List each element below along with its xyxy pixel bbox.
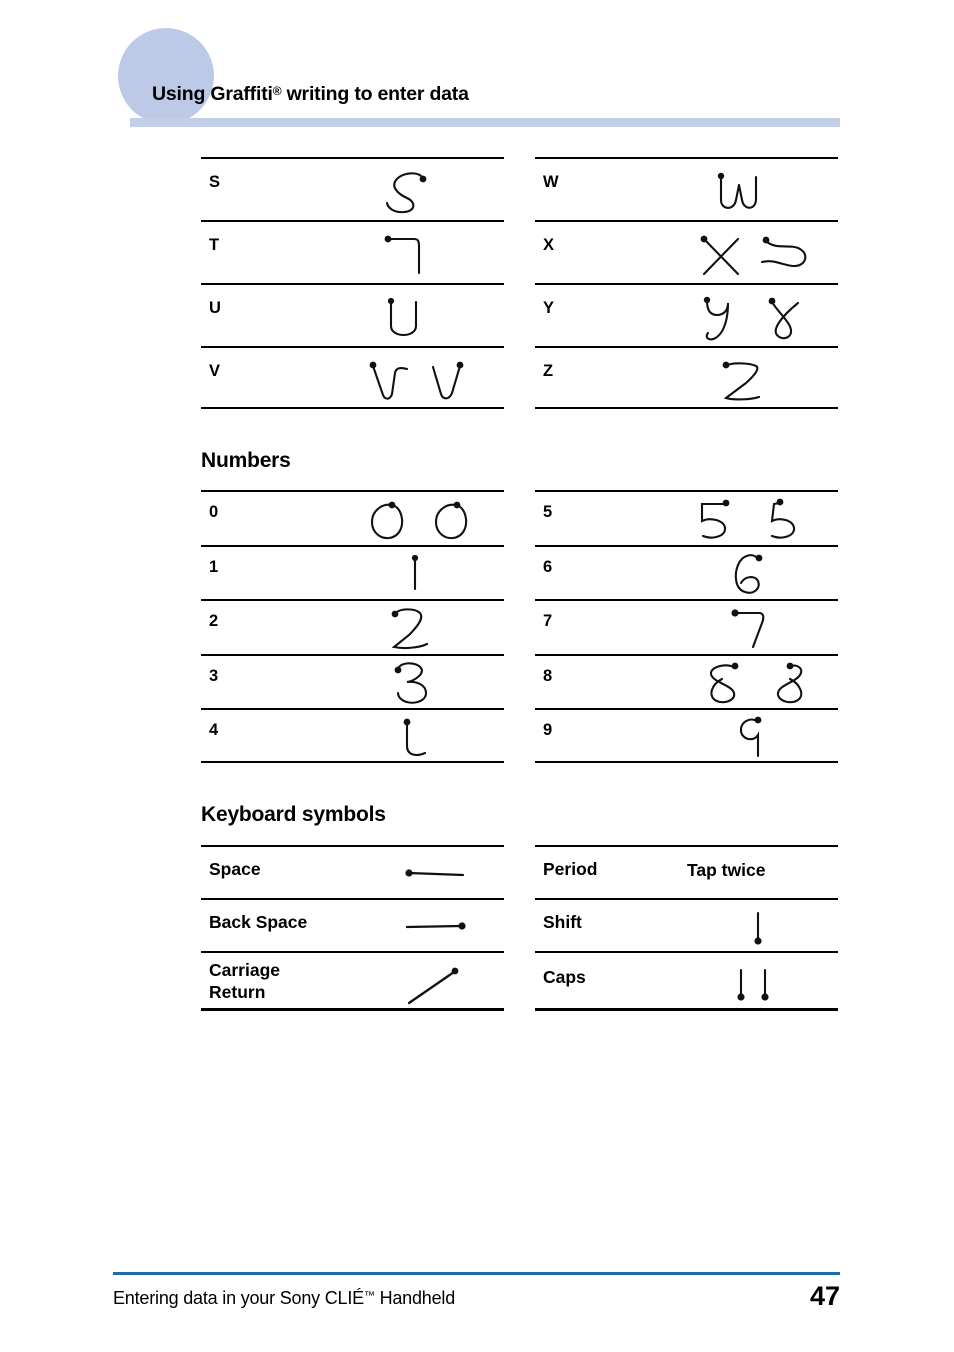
header-rule (130, 118, 840, 127)
glyph-stroke-0 (201, 492, 504, 545)
table-row: Y (535, 283, 838, 346)
glyph-stroke-5 (535, 492, 838, 545)
table-row: X (535, 220, 838, 283)
glyph-stroke-7 (535, 601, 838, 654)
glyph-stroke-space (201, 847, 504, 898)
table-row: T (201, 220, 504, 283)
table-row: 1 (201, 544, 504, 600)
table-row: S (201, 157, 504, 220)
glyph-stroke-6 (535, 547, 838, 600)
table-row: Caps (535, 951, 838, 1011)
footer-text: Entering data in your Sony CLIÉ™ Handhel… (113, 1288, 455, 1309)
glyph-stroke-s (201, 159, 504, 220)
glyph-stroke-4 (201, 710, 504, 761)
glyph-stroke-2 (201, 601, 504, 654)
table-row: 6 (535, 544, 838, 600)
trademark-symbol: ™ (363, 1290, 375, 1302)
glyph-stroke-w (535, 159, 838, 220)
glyph-stroke-y (535, 285, 838, 346)
table-row: 4 (201, 708, 504, 763)
table-row: U (201, 283, 504, 346)
tap-twice-text: Tap twice (687, 860, 766, 880)
glyph-stroke-1 (201, 547, 504, 600)
glyph-stroke-9 (535, 710, 838, 761)
page-header: Using Graffiti® writing to enter data (0, 0, 954, 132)
glyph-stroke-z (535, 348, 838, 407)
footer-text-rest: Handheld (374, 1288, 456, 1308)
glyph-stroke-u (201, 285, 504, 346)
section-heading-keyboard: Keyboard symbols (201, 803, 386, 826)
table-row: Carriage Return (201, 951, 504, 1011)
table-row: Period Tap twice (535, 845, 838, 898)
glyph-stroke-8 (535, 656, 838, 709)
graffiti-keyboard-table-right: Period Tap twice Shift Caps (535, 845, 838, 1011)
glyph-stroke-3 (201, 656, 504, 709)
table-row: V (201, 346, 504, 409)
table-row: 0 (201, 490, 504, 545)
glyph-stroke-shift (535, 900, 838, 951)
section-heading-numbers: Numbers (201, 449, 291, 472)
page-title: Using Graffiti® writing to enter data (152, 83, 469, 106)
page-number: 47 (810, 1281, 841, 1311)
page-title-main: Using Graffiti (152, 83, 273, 105)
footer-text-main: Entering data in your Sony CLIÉ (113, 1288, 364, 1308)
graffiti-letters-table-left: S T U V (201, 157, 504, 409)
footer-rule (113, 1272, 840, 1275)
table-row: 8 (535, 653, 838, 709)
table-row: 7 (535, 599, 838, 654)
table-row: W (535, 157, 838, 220)
glyph-stroke-t (201, 222, 504, 283)
table-row: 3 (201, 653, 504, 709)
glyph-stroke-carriage-return (201, 953, 504, 1008)
graffiti-numbers-table-left: 0 1 2 3 4 (201, 490, 504, 763)
glyph-period-instruction: Tap twice (535, 847, 838, 898)
glyph-stroke-caps (535, 953, 838, 1008)
glyph-stroke-back-space (201, 900, 504, 951)
decorative-circle (118, 28, 214, 124)
table-row: Shift (535, 898, 838, 951)
graffiti-keyboard-table-left: Space Back Space Carriage Return (201, 845, 504, 1011)
table-row: Z (535, 346, 838, 409)
table-row: 5 (535, 490, 838, 545)
graffiti-letters-table-right: W X Y Z (535, 157, 838, 409)
glyph-stroke-x (535, 222, 838, 283)
table-row: Space (201, 845, 504, 898)
page-title-rest: writing to enter data (281, 83, 469, 105)
graffiti-numbers-table-right: 5 6 7 8 9 (535, 490, 838, 763)
glyph-stroke-v (201, 348, 504, 407)
table-row: 9 (535, 708, 838, 763)
table-row: Back Space (201, 898, 504, 951)
table-row: 2 (201, 599, 504, 654)
